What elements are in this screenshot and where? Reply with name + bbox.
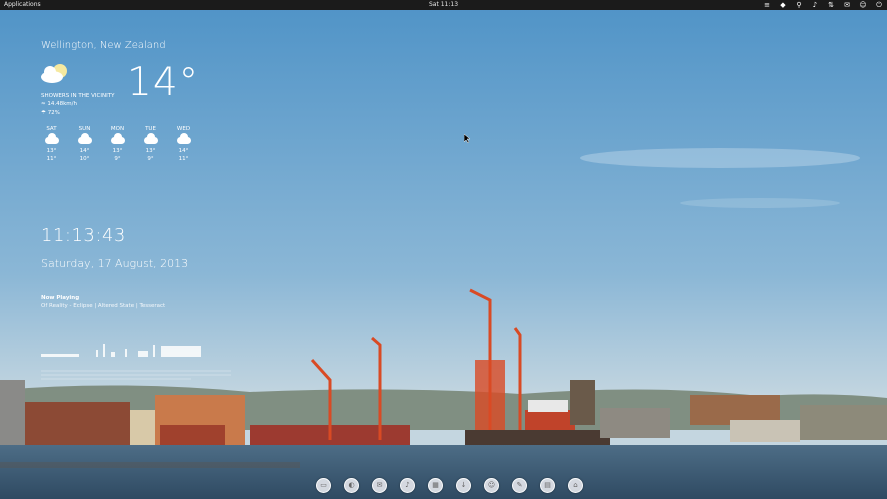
dropbox-icon[interactable]: ◆ (779, 1, 787, 9)
forecast-low: 9° (147, 156, 154, 162)
forecast-high: 14° (79, 148, 90, 154)
network-icon[interactable]: ⇅ (827, 1, 835, 9)
panel-clock[interactable]: Sat 11:13 (0, 0, 887, 10)
weather-forecast: SAT 13° 11° SUN 14° 10° MON 13° 9° TUE 1… (35, 126, 200, 163)
search-icon[interactable]: ⚲ (795, 1, 803, 9)
settings-icon[interactable]: ✎ (512, 478, 527, 493)
forecast-low: 11° (46, 156, 57, 162)
forecast-day: SAT 13° 11° (35, 126, 68, 163)
forecast-high: 13° (46, 148, 57, 154)
audio-visualizer (41, 344, 231, 380)
cloud-icon (143, 133, 158, 145)
forecast-low: 10° (79, 156, 90, 162)
rain-cloud-icon (44, 133, 59, 145)
forecast-day: SUN 14° 10° (68, 126, 101, 163)
current-temperature: 14° (127, 60, 200, 105)
forecast-day: TUE 13° 9° (134, 126, 167, 163)
forecast-high: 13° (112, 148, 123, 154)
top-panel: Applications Sat 11:13 ≡ ◆ ⚲ ♪ ⇅ ✉ ☺ ⏻ (0, 0, 887, 10)
humidity-icon: ☂ (41, 110, 48, 116)
forecast-day-name: SAT (46, 126, 57, 132)
mouse-cursor-icon (464, 134, 470, 143)
desktop-clock-date: Saturday, 17 August, 2013 (41, 257, 189, 270)
wind-speed: ≈ 14.48km/h (41, 101, 77, 107)
now-playing-track: Of Reality - Eclipse | Altered State | T… (41, 303, 166, 309)
wind-value: 14.48km/h (47, 101, 77, 107)
photos-icon[interactable]: ▦ (428, 478, 443, 493)
software-icon[interactable]: ↓ (456, 478, 471, 493)
now-playing-label: Now Playing (41, 295, 80, 301)
dock: ▭ ◐ ✉ ♪ ▦ ↓ ☺ ✎ ▤ ⌂ (316, 478, 583, 493)
forecast-day-name: WED (176, 126, 191, 132)
forecast-high: 13° (145, 148, 156, 154)
menu-icon[interactable]: ≡ (763, 1, 771, 9)
user-icon[interactable]: ☺ (859, 1, 867, 9)
forecast-day: MON 13° 9° (101, 126, 134, 163)
terminal-icon[interactable]: ⌂ (568, 478, 583, 493)
browser-icon[interactable]: ◐ (344, 478, 359, 493)
mail-icon[interactable]: ✉ (372, 478, 387, 493)
mail-icon[interactable]: ✉ (843, 1, 851, 9)
desktop-clock-time: 11:13:43 (41, 225, 126, 246)
volume-icon[interactable]: ♪ (811, 1, 819, 9)
humidity-value: 72% (47, 110, 60, 116)
forecast-high: 14° (178, 148, 189, 154)
weather-condition: SHOWERS IN THE VICINITY (41, 93, 115, 99)
forecast-day-name: MON (110, 126, 125, 132)
forecast-day-name: TUE (145, 126, 156, 132)
forecast-day: WED 14° 11° (167, 126, 200, 163)
forecast-low: 11° (178, 156, 189, 162)
cloud-icon (176, 133, 191, 145)
humidity: ☂ 72% (41, 110, 60, 116)
contacts-icon[interactable]: ☺ (484, 478, 499, 493)
forecast-day-name: SUN (78, 126, 91, 132)
calendar-icon[interactable]: ▤ (540, 478, 555, 493)
music-icon[interactable]: ♪ (400, 478, 415, 493)
rain-cloud-icon (77, 133, 92, 145)
weather-cloud-sun-icon (41, 64, 67, 83)
forecast-low: 9° (114, 156, 121, 162)
files-icon[interactable]: ▭ (316, 478, 331, 493)
system-tray: ≡ ◆ ⚲ ♪ ⇅ ✉ ☺ ⏻ (763, 0, 883, 10)
weather-location: Wellington, New Zealand (41, 40, 166, 51)
power-icon[interactable]: ⏻ (875, 1, 883, 9)
rain-cloud-icon (110, 133, 125, 145)
